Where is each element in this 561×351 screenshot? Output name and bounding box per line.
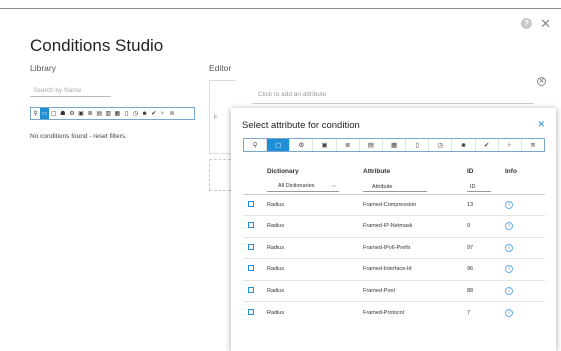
table-row[interactable]: Radius Framed-IPv6-Prefix 97 i <box>243 237 545 259</box>
screen-icon[interactable]: ▤ <box>360 139 383 151</box>
list-icon[interactable]: ≣ <box>86 108 95 119</box>
add-attribute-field[interactable]: Click to add an attribute <box>258 91 326 98</box>
page-title: Conditions Studio <box>30 36 164 55</box>
cell-dictionary: Radius <box>267 201 285 208</box>
row-checkbox[interactable] <box>248 265 254 272</box>
cell-id: 7 <box>467 309 471 316</box>
add-attribute-underline <box>252 103 534 104</box>
users-icon[interactable]: ☗ <box>58 108 67 119</box>
library-empty-message: No conditions found - reset filters. <box>30 133 127 140</box>
hierarchy-icon[interactable]: ⊦ <box>158 108 167 119</box>
cell-attribute: Framed-Interface-Id <box>363 266 412 273</box>
user-icon[interactable]: ☻ <box>452 139 476 151</box>
attribute-table: Dictionary Attribute ID Info All Diction… <box>243 160 545 323</box>
square-icon[interactable]: ▢ <box>49 108 58 119</box>
check-icon[interactable]: ✔ <box>476 139 499 151</box>
column-header-id: ID <box>467 167 474 175</box>
list-icon[interactable]: ≣ <box>337 139 360 151</box>
cell-id: 88 <box>467 287 474 294</box>
column-header-dictionary: Dictionary <box>267 167 299 175</box>
row-checkbox[interactable] <box>248 286 254 293</box>
window-controls: ? ✕ <box>521 17 551 30</box>
attribute-selector-popup: Select attribute for condition ✕ ⚲ ▢ ⚙ ▣… <box>231 108 556 351</box>
cell-attribute: Framed-Pool <box>363 287 395 294</box>
wifi-icon[interactable]: ≋ <box>167 108 176 119</box>
cell-dictionary: Radius <box>267 244 285 251</box>
hierarchy-icon[interactable]: ⊦ <box>499 139 522 151</box>
row-checkbox[interactable] <box>248 200 254 207</box>
library-label: Library <box>30 63 56 73</box>
table-row[interactable]: Radius Framed-Pool 88 i <box>243 280 545 302</box>
user-icon[interactable]: ☻ <box>140 108 149 119</box>
column-header-attribute: Attribute <box>363 167 391 175</box>
info-icon[interactable]: i <box>505 243 513 252</box>
close-icon[interactable]: ✕ <box>540 17 551 30</box>
pin-icon[interactable]: ⚲ <box>31 108 40 119</box>
card-icon[interactable]: ▭ <box>40 108 50 119</box>
library-search-input[interactable] <box>30 84 111 97</box>
cell-id: 9 <box>467 223 471 230</box>
check-icon[interactable]: ✔ <box>149 108 158 119</box>
library-icon-filter-bar: ⚲ ▭ ▢ ☗ ⚙ ▣ ≣ ▤ ▥ ▦ ▯ ◷ ☻ ✔ ⊦ ≋ <box>30 107 195 120</box>
clock-icon[interactable]: ◷ <box>131 108 140 119</box>
info-icon[interactable]: i <box>505 222 513 231</box>
cell-attribute: Framed-Compression <box>363 201 417 208</box>
top-divider <box>0 8 561 9</box>
table-row[interactable]: Radius Framed-Interface-Id 96 i <box>243 258 545 281</box>
help-icon[interactable]: ? <box>521 18 533 29</box>
cell-id: 96 <box>467 266 474 273</box>
table-row[interactable]: Radius Framed-Compression 13 i <box>243 194 545 216</box>
doc-icon[interactable]: ▦ <box>383 139 407 151</box>
remove-condition-icon[interactable]: ✕ <box>537 77 546 86</box>
id-icon[interactable]: ▥ <box>104 108 113 119</box>
device-icon[interactable]: ▯ <box>406 139 430 151</box>
editor-new-condition-placeholder[interactable] <box>209 159 231 191</box>
monitor-icon[interactable]: ▣ <box>313 139 337 151</box>
cell-dictionary: Radius <box>267 309 285 316</box>
column-header-info: Info <box>505 167 517 175</box>
info-icon[interactable]: i <box>505 286 513 295</box>
chevron-down-icon: ⌵ <box>331 183 336 190</box>
attribute-icon-filter-bar: ⚲ ▢ ⚙ ▣ ≣ ▤ ▦ ▯ ◷ ☻ ✔ ⊦ ≋ <box>243 138 545 152</box>
dictionary-filter-select[interactable]: All Dictionaries ⌵ <box>267 183 339 193</box>
cell-dictionary: Radius <box>267 223 285 230</box>
gear-circle-icon[interactable]: ⚙ <box>290 139 314 151</box>
clock-icon[interactable]: ◷ <box>429 139 453 151</box>
table-row[interactable]: Radius Framed-IP-Netmask 9 i <box>243 215 545 238</box>
condition-type-icon: ⊧ <box>214 114 218 121</box>
info-icon[interactable]: i <box>505 308 513 317</box>
monitor-icon[interactable]: ▣ <box>76 108 85 119</box>
info-icon[interactable]: i <box>505 265 513 274</box>
gear-circle-icon[interactable]: ⚙ <box>67 108 76 119</box>
cell-dictionary: Radius <box>267 266 285 273</box>
row-checkbox[interactable] <box>248 243 254 250</box>
square-icon[interactable]: ▢ <box>267 139 291 151</box>
table-row[interactable]: Radius Framed-Protocol 7 i <box>243 301 545 324</box>
popup-close-icon[interactable]: ✕ <box>537 119 545 130</box>
popup-title: Select attribute for condition <box>242 120 360 131</box>
row-checkbox[interactable] <box>248 308 254 315</box>
info-icon[interactable]: i <box>505 200 513 209</box>
cell-id: 97 <box>467 244 474 251</box>
device-icon[interactable]: ▯ <box>122 108 131 119</box>
cell-attribute: Framed-IPv6-Prefix <box>363 244 411 251</box>
doc-icon[interactable]: ▦ <box>113 108 122 119</box>
cell-attribute: Framed-Protocol <box>363 309 404 316</box>
row-checkbox[interactable] <box>248 222 254 229</box>
pin-icon[interactable]: ⚲ <box>244 139 268 151</box>
editor-label: Editor <box>209 63 232 73</box>
id-filter-input[interactable]: ID <box>467 184 491 192</box>
screen-icon[interactable]: ▤ <box>95 108 104 119</box>
wifi-icon[interactable]: ≋ <box>522 139 544 151</box>
cell-id: 13 <box>467 201 474 208</box>
cell-attribute: Framed-IP-Netmask <box>363 223 413 230</box>
attribute-filter-input[interactable]: Attribute <box>363 184 427 192</box>
cell-dictionary: Radius <box>267 287 285 294</box>
